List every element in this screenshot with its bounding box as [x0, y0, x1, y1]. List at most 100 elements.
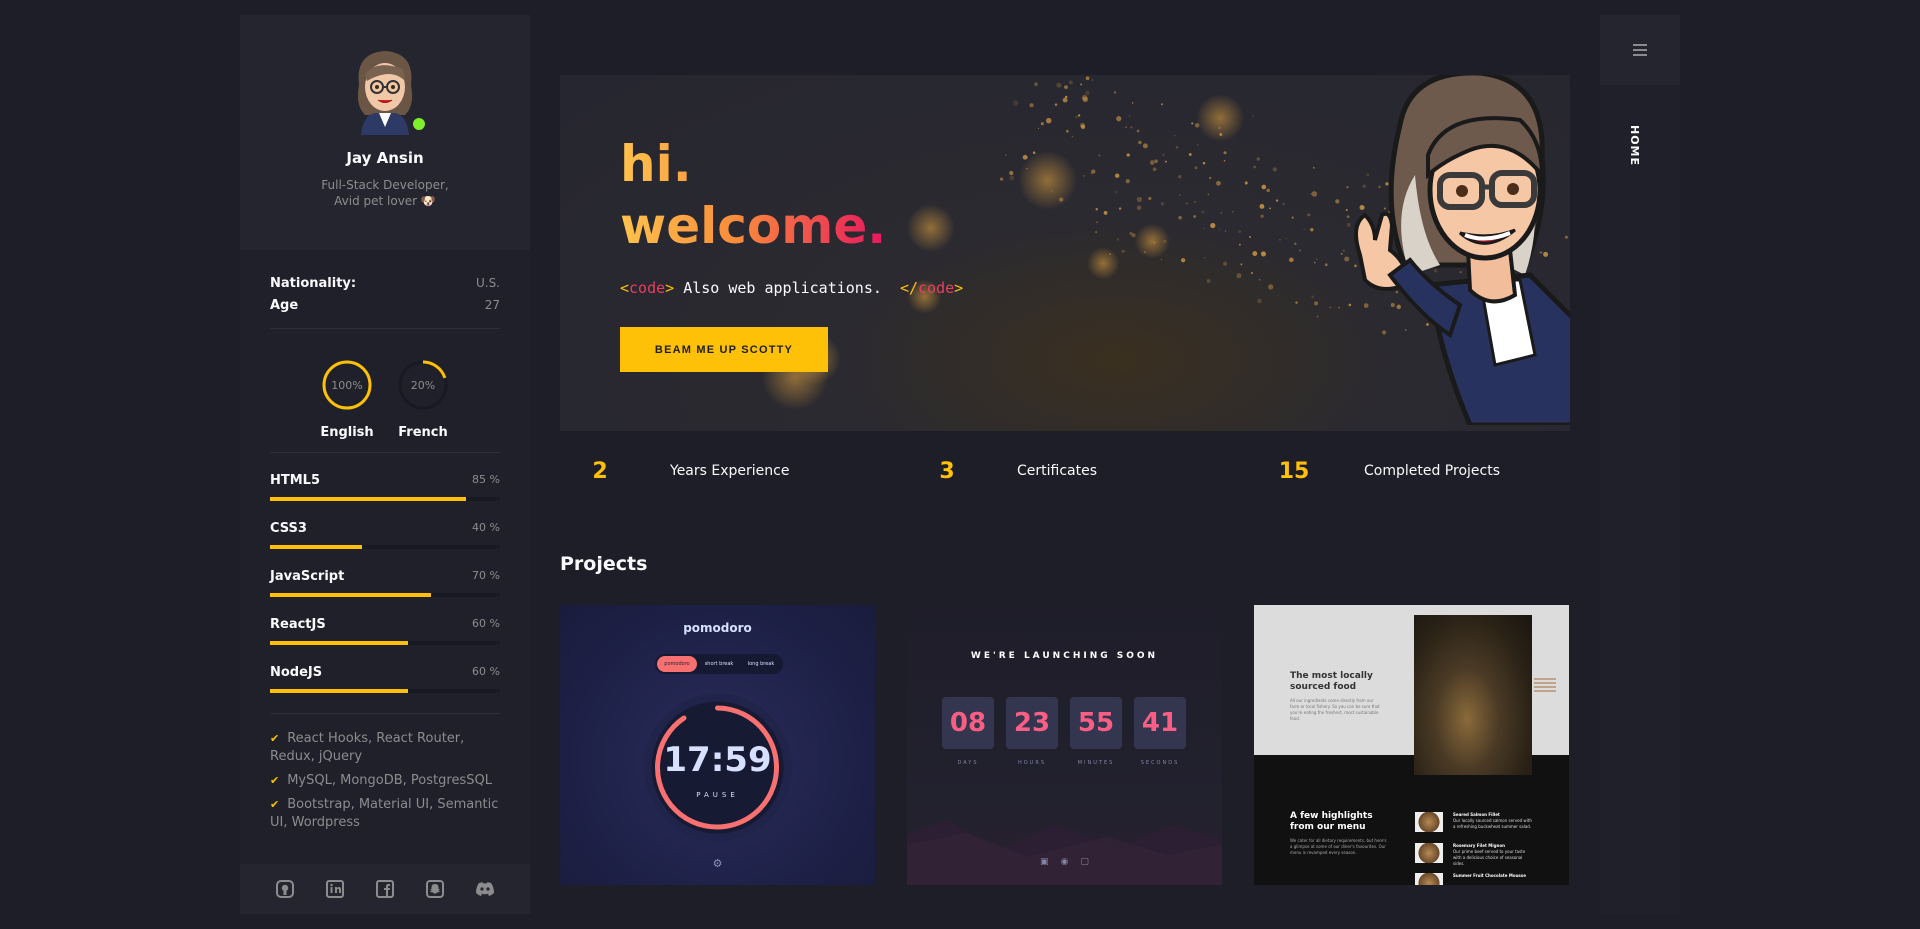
sparkle-dot — [1193, 200, 1197, 204]
skill-name: ReactJS — [270, 617, 326, 632]
sparkle-dot — [1065, 95, 1068, 99]
sparkle-dot — [1288, 257, 1294, 263]
sparkle-dot — [1177, 175, 1182, 179]
language-rings: 100% English 20% French — [270, 329, 500, 452]
sparkle-dot — [1285, 237, 1287, 240]
food-photo — [1414, 615, 1532, 775]
menu-button[interactable] — [1600, 15, 1680, 85]
project-card-pomodoro[interactable]: pomodoro pomodoro short break long break… — [560, 605, 875, 885]
facebook-icon[interactable]: ▣ — [1040, 857, 1049, 867]
sparkle-dot — [999, 177, 1004, 181]
bitmoji-illustration — [1354, 75, 1570, 425]
sparkle-dot — [1218, 126, 1221, 130]
sparkle-dot — [1161, 103, 1163, 106]
menu-item-name: Summer Fruit Chocolate Mousse — [1453, 873, 1526, 878]
sparkle-dot — [1125, 179, 1130, 184]
sparkle-dot — [1103, 211, 1108, 215]
sparkle-dot — [1250, 271, 1254, 275]
pomodoro-tab[interactable]: long break — [741, 656, 781, 672]
language-name: French — [398, 425, 448, 440]
sparkle-dot — [1266, 188, 1270, 193]
sparkle-dot — [1050, 189, 1053, 193]
sparkle-dot — [1091, 79, 1094, 81]
pomodoro-pause[interactable]: PAUSE — [560, 791, 875, 799]
sparkle-dot — [1279, 238, 1281, 241]
menu-item-desc: Our prime beef served to your taste with… — [1453, 849, 1526, 866]
sparkle-dot — [1075, 115, 1078, 119]
sparkle-dot — [1095, 231, 1098, 234]
language-french: 20% French — [398, 359, 448, 452]
skill-reactjs: ReactJS 60 % — [270, 617, 500, 645]
sparkle-dot — [1209, 176, 1212, 180]
sparkle-dot — [1207, 193, 1210, 196]
instagram-icon[interactable]: ▢ — [1080, 857, 1089, 867]
sparkle-dot — [1082, 96, 1089, 103]
sparkle-dot — [1240, 263, 1243, 266]
sparkle-dot — [1077, 114, 1081, 117]
sparkle-dot — [1148, 196, 1152, 201]
facebook-icon[interactable] — [375, 879, 395, 899]
project-card-restaurant[interactable]: The most locally sourced food All our in… — [1254, 605, 1569, 885]
sparkle-dot — [1153, 241, 1156, 244]
sparkle-dot — [1162, 153, 1165, 157]
sparkle-dot — [1256, 157, 1261, 161]
gear-icon[interactable]: ⚙ — [560, 857, 875, 870]
info-value: U.S. — [475, 276, 500, 290]
sparkle-dot — [1222, 261, 1228, 266]
sparkle-dot — [1080, 124, 1086, 130]
nav-current-page[interactable]: HOME — [1628, 125, 1641, 166]
sparkle-dot — [1272, 167, 1277, 172]
sparkle-dot — [1174, 135, 1176, 137]
snapchat-icon[interactable] — [425, 879, 445, 899]
sparkle-dot — [1291, 216, 1294, 219]
social-links — [240, 864, 530, 914]
skill-bar — [270, 689, 500, 693]
pinterest-icon[interactable]: ◉ — [1061, 857, 1069, 867]
menu-item: Rosemary Filet Mignon Our prime beef serv… — [1415, 843, 1533, 867]
profile-role: Full-Stack Developer, Avid pet lover 🐶 — [300, 177, 470, 209]
sparkle-dot — [1303, 228, 1305, 231]
pomodoro-tab[interactable]: short break — [699, 656, 739, 672]
sparkle-dot — [1160, 258, 1162, 260]
countdown-boxes: 08 23 55 41 — [942, 697, 1186, 749]
menu-item: Summer Fruit Chocolate Mousse — [1415, 873, 1533, 885]
project-card-countdown[interactable]: WE'RE LAUNCHING SOON 08 23 55 41 DAYS HO… — [907, 605, 1222, 885]
info-key: Age — [270, 297, 299, 313]
sparkle-dot — [1314, 301, 1319, 306]
pomodoro-tab[interactable]: pomodoro — [657, 656, 697, 672]
bokeh-light — [906, 203, 955, 253]
skill-percent: 60 % — [472, 617, 500, 630]
hero-heading-line: hi. — [620, 135, 692, 193]
countdown-minutes: 55 — [1070, 697, 1122, 749]
hero-code-tagline: <code> Also web applications. </code> — [620, 279, 963, 297]
sparkle-dot — [1136, 196, 1143, 203]
sparkle-dot — [1026, 156, 1028, 159]
skill-html5: HTML5 85 % — [270, 473, 500, 501]
profile-role-line: Avid pet lover 🐶 — [334, 194, 436, 208]
sparkle-dot — [1206, 279, 1211, 283]
sparkle-dot — [1260, 251, 1267, 257]
sparkle-dot — [1252, 251, 1258, 257]
code-text: Also web applications. — [674, 279, 891, 297]
sparkle-dot — [1136, 129, 1140, 133]
beam-me-up-button[interactable]: BEAM ME UP SCOTTY — [620, 327, 828, 372]
sparkle-dot — [1307, 213, 1311, 217]
stat-number: 15 — [1278, 458, 1310, 484]
language-percent: 100% — [331, 379, 362, 392]
sparkle-dot — [1068, 80, 1073, 85]
linkedin-icon[interactable] — [325, 879, 345, 899]
stat-experience: 2 Years Experience — [570, 451, 789, 491]
sparkle-dot — [1238, 230, 1241, 233]
code-bracket: > — [665, 279, 675, 297]
skill-bar-fill — [270, 545, 362, 549]
discord-icon[interactable] — [475, 879, 495, 899]
skill-percent: 40 % — [472, 521, 500, 534]
stat-label: Years Experience — [670, 463, 790, 479]
sparkle-dot — [1154, 159, 1158, 163]
sparkle-dot — [1013, 100, 1019, 106]
github-icon[interactable] — [275, 879, 295, 899]
sparkle-dot — [1138, 140, 1142, 145]
sparkle-dot — [1130, 126, 1133, 129]
sparkle-dot — [1201, 210, 1205, 214]
sparkle-dot — [1252, 115, 1254, 117]
